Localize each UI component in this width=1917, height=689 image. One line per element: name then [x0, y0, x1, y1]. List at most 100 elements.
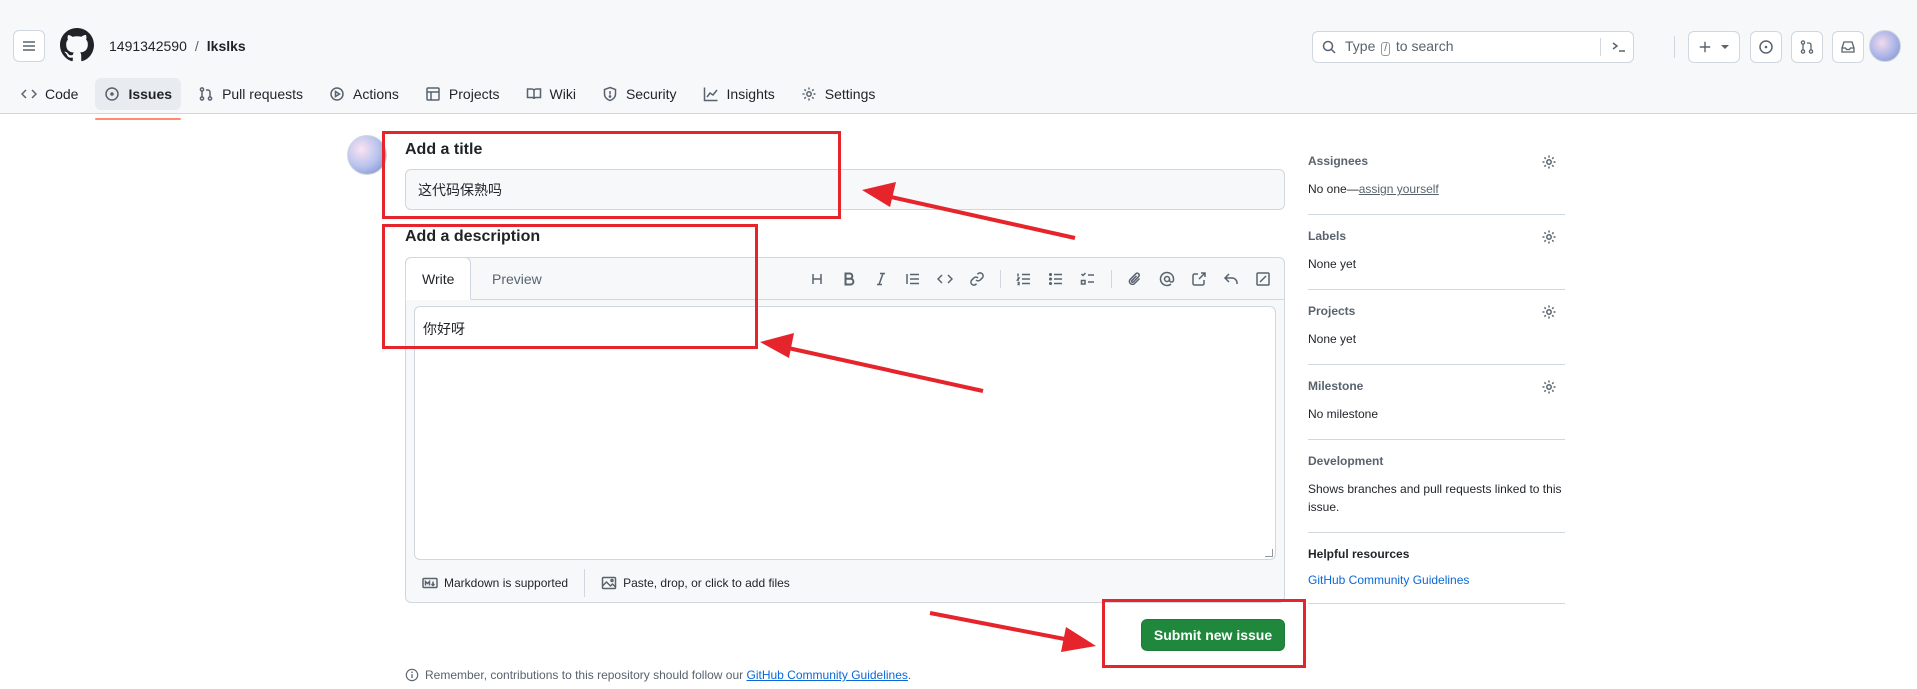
tab-actions[interactable]: Actions — [320, 78, 408, 110]
gear-icon — [1542, 230, 1556, 244]
quote-icon — [906, 273, 919, 285]
search-placeholder: Type / to search — [1345, 38, 1454, 56]
play-icon — [330, 87, 344, 101]
screen-full-icon — [1256, 272, 1270, 286]
mention-button[interactable] — [1154, 266, 1180, 292]
milestone-settings[interactable] — [1541, 379, 1557, 395]
gear-icon — [1542, 305, 1556, 319]
description-editor: Write Preview 你好呀 Markdown is supported … — [405, 257, 1285, 603]
tab-insights[interactable]: Insights — [694, 78, 784, 110]
tab-security[interactable]: Security — [593, 78, 686, 110]
gear-icon — [802, 87, 816, 101]
link-button[interactable] — [964, 266, 990, 292]
attach-note: Paste, drop, or click to add files — [623, 576, 790, 590]
gear-icon — [1542, 380, 1556, 394]
paperclip-icon — [1128, 272, 1141, 286]
inbox-button[interactable] — [1832, 31, 1864, 63]
heading-button[interactable] — [804, 266, 830, 292]
menu-button[interactable] — [13, 30, 45, 62]
markdown-note: Markdown is supported — [444, 576, 569, 590]
search-icon — [1322, 40, 1336, 54]
tab-code[interactable]: Code — [12, 78, 87, 110]
code-button[interactable] — [932, 266, 958, 292]
tab-label: Insights — [726, 86, 775, 102]
git-pull-request-icon — [1800, 40, 1814, 54]
community-guidelines-link[interactable]: GitHub Community Guidelines — [747, 668, 908, 682]
tab-label: Security — [625, 86, 677, 102]
labels-title[interactable]: Labels — [1308, 229, 1565, 243]
tab-wiki[interactable]: Wiki — [517, 78, 585, 110]
image-icon — [601, 576, 617, 590]
tab-settings[interactable]: Settings — [792, 78, 885, 110]
info-icon — [405, 668, 419, 682]
breadcrumb-repo[interactable]: lkslks — [207, 38, 246, 54]
title-label: Add a title — [405, 141, 483, 158]
breadcrumb-separator: / — [194, 38, 199, 54]
command-palette-icon[interactable] — [1611, 39, 1627, 55]
community-guidelines-sidebar-link[interactable]: GitHub Community Guidelines — [1308, 573, 1565, 587]
repo-nav-tabs: Code Issues Pull requests Actions Projec… — [0, 78, 888, 120]
bold-icon — [844, 272, 855, 286]
resize-handle[interactable] — [1265, 549, 1273, 557]
annotation-arrow-submit-head — [1061, 627, 1096, 652]
mention-icon — [1159, 271, 1175, 287]
pull-requests-button[interactable] — [1791, 31, 1823, 63]
quote-button[interactable] — [900, 266, 926, 292]
projects-settings[interactable] — [1541, 304, 1557, 320]
issues-button[interactable] — [1750, 31, 1782, 63]
fullscreen-button[interactable] — [1250, 266, 1276, 292]
unordered-list-button[interactable] — [1043, 266, 1069, 292]
book-icon — [526, 88, 541, 100]
markdown-support-link[interactable]: Markdown is supported — [406, 575, 584, 591]
create-new-button[interactable] — [1688, 31, 1740, 63]
reply-icon — [1223, 273, 1238, 284]
title-input[interactable]: 这代码保熟吗 — [405, 169, 1285, 210]
milestone-title[interactable]: Milestone — [1308, 379, 1565, 393]
labels-value: None yet — [1308, 257, 1357, 271]
tab-projects[interactable]: Projects — [416, 78, 509, 110]
bold-button[interactable] — [836, 266, 862, 292]
inbox-icon — [1841, 41, 1855, 53]
submit-new-issue-button[interactable]: Submit new issue — [1141, 619, 1285, 651]
search-divider — [1600, 38, 1601, 56]
tab-issues[interactable]: Issues — [95, 78, 182, 120]
assignees-section: Assignees No one—assign yourself — [1308, 140, 1565, 215]
attach-button[interactable] — [1122, 266, 1148, 292]
assignees-value: No one— — [1308, 182, 1359, 196]
projects-title[interactable]: Projects — [1308, 304, 1565, 318]
development-section: Development Shows branches and pull requ… — [1308, 440, 1565, 533]
tab-pull-requests[interactable]: Pull requests — [189, 78, 312, 110]
tab-preview[interactable]: Preview — [476, 257, 558, 300]
breadcrumb: 1491342590 / lkslks — [109, 38, 246, 54]
user-avatar[interactable] — [1869, 30, 1901, 62]
description-textarea[interactable]: 你好呀 — [414, 306, 1276, 560]
cross-reference-button[interactable] — [1186, 266, 1212, 292]
editor-footer: Markdown is supported Paste, drop, or cl… — [406, 564, 1284, 602]
hamburger-icon — [23, 41, 35, 51]
plus-icon — [1699, 41, 1711, 53]
assignees-settings[interactable] — [1541, 154, 1557, 170]
tab-label: Code — [45, 86, 79, 102]
ordered-list-button[interactable] — [1011, 266, 1037, 292]
development-value: Shows branches and pull requests linked … — [1308, 482, 1562, 514]
helpful-resources-title: Helpful resources — [1308, 547, 1410, 561]
attach-files-area[interactable]: Paste, drop, or click to add files — [585, 575, 806, 591]
projects-section: Projects None yet — [1308, 290, 1565, 365]
labels-settings[interactable] — [1541, 229, 1557, 245]
tab-write[interactable]: Write — [405, 257, 472, 300]
tab-label: Projects — [448, 86, 500, 102]
contribution-note-text: Remember, contributions to this reposito… — [425, 668, 744, 682]
task-list-button[interactable] — [1075, 266, 1101, 292]
search-input[interactable]: Type / to search — [1312, 31, 1634, 63]
assign-yourself-link[interactable]: assign yourself — [1359, 182, 1439, 196]
projects-value: None yet — [1308, 332, 1357, 346]
breadcrumb-owner[interactable]: 1491342590 — [109, 38, 187, 54]
saved-replies-button[interactable] — [1218, 266, 1244, 292]
italic-button[interactable] — [868, 266, 894, 292]
markdown-icon — [422, 577, 438, 589]
github-logo-icon[interactable] — [60, 28, 94, 62]
git-pull-request-icon — [199, 87, 213, 101]
assignees-title[interactable]: Assignees — [1308, 154, 1565, 168]
table-icon — [426, 87, 440, 101]
code-icon — [937, 274, 953, 284]
